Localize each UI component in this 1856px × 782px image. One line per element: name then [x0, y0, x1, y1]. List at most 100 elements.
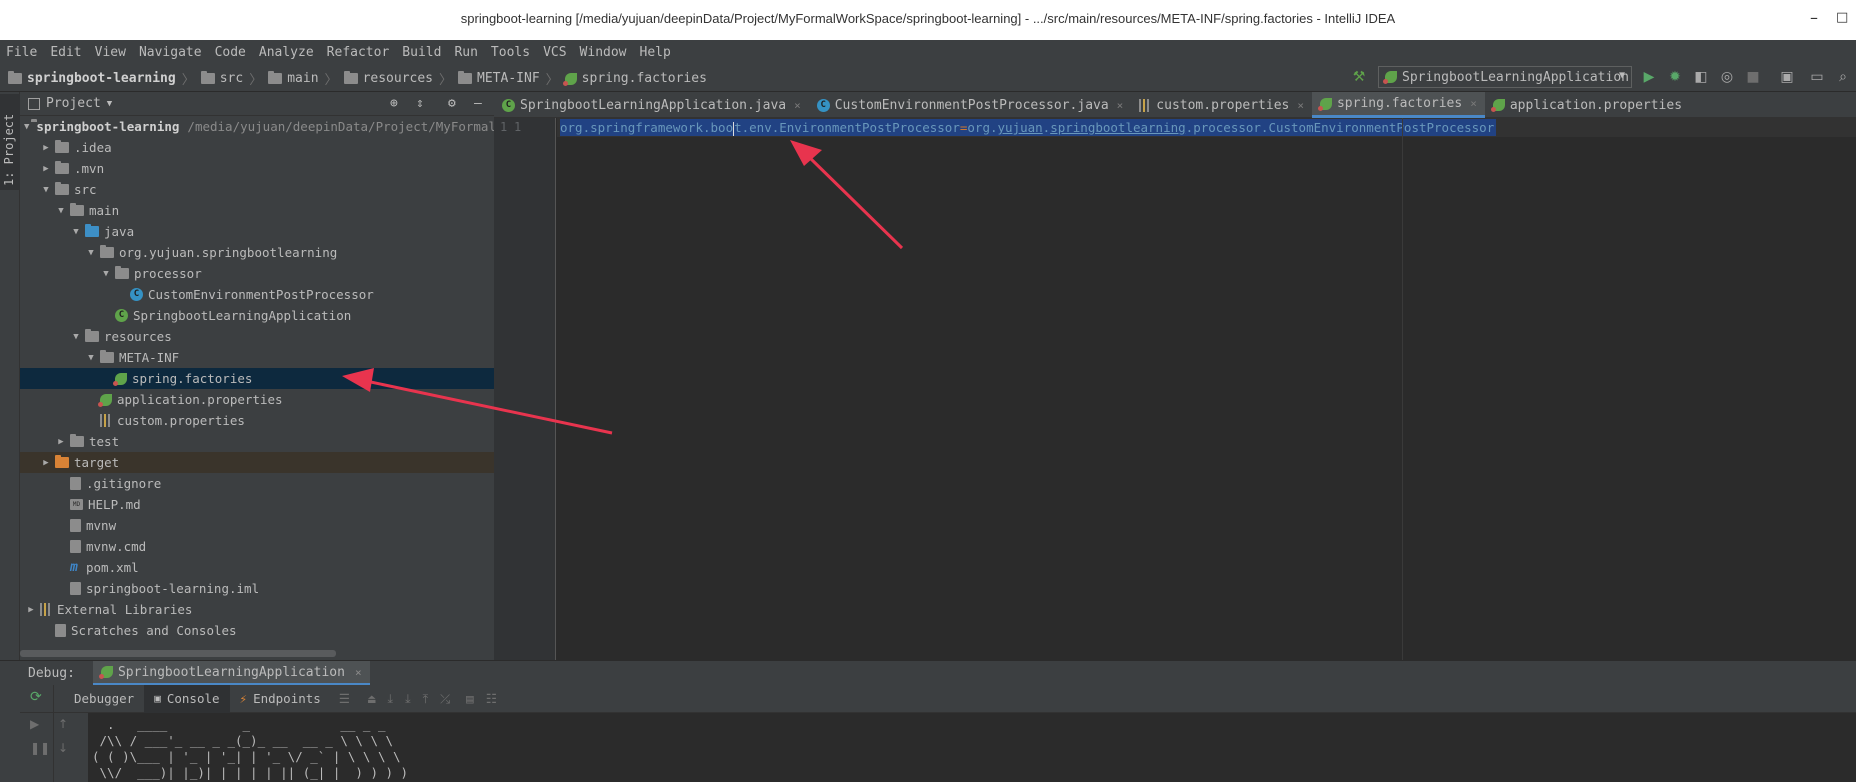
- breadcrumb-src[interactable]: src: [200, 71, 243, 86]
- collapsed-arrow-icon[interactable]: ▶: [39, 458, 53, 468]
- coverage-icon[interactable]: ◧: [1692, 68, 1710, 86]
- profile-icon[interactable]: ◎: [1718, 68, 1736, 86]
- editor-tab[interactable]: application.properties: [1485, 92, 1690, 118]
- tree-node[interactable]: ▼ resources: [20, 326, 494, 347]
- collapsed-arrow-icon[interactable]: ▶: [39, 143, 53, 153]
- tree-node[interactable]: ▼ springboot-learning/media/yujuan/deepin…: [20, 116, 494, 137]
- tree-node[interactable]: ▶ test: [20, 431, 494, 452]
- breadcrumb-project[interactable]: springboot-learning: [8, 71, 176, 86]
- collapse-all-icon[interactable]: ⇕: [416, 96, 424, 111]
- menu-code[interactable]: Code: [215, 45, 246, 60]
- menu-view[interactable]: View: [95, 45, 126, 60]
- breadcrumb-main[interactable]: main: [268, 71, 319, 86]
- close-icon[interactable]: ×: [1470, 97, 1477, 110]
- menu-window[interactable]: Window: [580, 45, 627, 60]
- hide-icon[interactable]: —: [474, 96, 482, 111]
- search-icon[interactable]: ⌕: [1834, 68, 1852, 86]
- tree-node[interactable]: Scratches and Consoles: [20, 620, 494, 641]
- breadcrumb-meta-inf[interactable]: META-INF: [458, 71, 540, 86]
- menu-refactor[interactable]: Refactor: [327, 45, 390, 60]
- close-icon[interactable]: ×: [1117, 99, 1124, 112]
- debug-bug-icon[interactable]: ✹: [1666, 68, 1684, 86]
- show-execution-point-icon[interactable]: ⏏: [368, 691, 376, 706]
- tree-node[interactable]: ▼ META-INF: [20, 347, 494, 368]
- tree-node[interactable]: custom.properties: [20, 410, 494, 431]
- expanded-arrow-icon[interactable]: ▼: [24, 122, 29, 132]
- chevron-down-icon[interactable]: ▼: [107, 99, 112, 109]
- tree-node[interactable]: ▶ target: [20, 452, 494, 473]
- close-icon[interactable]: ×: [794, 99, 801, 112]
- step-into-icon[interactable]: ⤓: [405, 691, 411, 707]
- menu-tools[interactable]: Tools: [491, 45, 530, 60]
- run-to-cursor-icon[interactable]: ⤰: [440, 691, 450, 707]
- step-down-icon[interactable]: ↓: [58, 741, 68, 755]
- expanded-arrow-icon[interactable]: ▼: [69, 227, 83, 237]
- debug-session-tab[interactable]: SpringbootLearningApplication ×: [92, 661, 370, 685]
- menu-analyze[interactable]: Analyze: [259, 45, 314, 60]
- editor-tab[interactable]: C CustomEnvironmentPostProcessor.java ×: [809, 92, 1132, 118]
- tree-node[interactable]: ▶ .mvn: [20, 158, 494, 179]
- run-configuration-select[interactable]: SpringbootLearningApplication ▼: [1378, 66, 1632, 88]
- menu-icon[interactable]: ☰: [339, 691, 350, 706]
- expanded-arrow-icon[interactable]: ▼: [99, 269, 113, 279]
- tree-node[interactable]: .gitignore: [20, 473, 494, 494]
- tab-endpoints[interactable]: ⚡ Endpoints: [230, 685, 331, 713]
- tree-node[interactable]: ▶ External Libraries: [20, 599, 494, 620]
- tree-node[interactable]: mvnw: [20, 515, 494, 536]
- collapsed-arrow-icon[interactable]: ▶: [39, 164, 53, 174]
- run-icon[interactable]: ▶: [1640, 68, 1658, 86]
- editor-tab[interactable]: C SpringbootLearningApplication.java ×: [494, 92, 809, 118]
- tree-node[interactable]: springboot-learning.iml: [20, 578, 494, 599]
- breadcrumb-file[interactable]: spring.factories: [562, 71, 707, 86]
- locate-icon[interactable]: ⊕: [390, 96, 398, 111]
- tree-node[interactable]: C SpringbootLearningApplication: [20, 305, 494, 326]
- project-panel-title[interactable]: Project: [46, 96, 101, 111]
- step-out-icon[interactable]: ⤒: [423, 691, 429, 707]
- resume-icon[interactable]: ▶: [30, 717, 39, 731]
- minimize-button[interactable]: –: [1810, 8, 1818, 27]
- menu-file[interactable]: File: [6, 45, 37, 60]
- menu-navigate[interactable]: Navigate: [139, 45, 202, 60]
- expanded-arrow-icon[interactable]: ▼: [84, 248, 98, 258]
- expanded-arrow-icon[interactable]: ▼: [39, 185, 53, 195]
- close-icon[interactable]: ×: [355, 666, 362, 679]
- editor-tab[interactable]: custom.properties ×: [1131, 92, 1312, 118]
- breadcrumb-resources[interactable]: resources: [343, 71, 433, 86]
- collapsed-arrow-icon[interactable]: ▶: [24, 605, 38, 615]
- settings-icon[interactable]: ☷: [486, 691, 497, 706]
- project-tool-tab[interactable]: 1: Project: [0, 94, 20, 190]
- menu-vcs[interactable]: VCS: [543, 45, 566, 60]
- tree-node[interactable]: spring.factories: [20, 368, 494, 389]
- project-structure-icon[interactable]: ▣: [1778, 68, 1796, 86]
- build-hammer-icon[interactable]: ⚒: [1350, 68, 1368, 86]
- tree-node[interactable]: m pom.xml: [20, 557, 494, 578]
- tree-node[interactable]: ▼ src: [20, 179, 494, 200]
- step-up-icon[interactable]: ↑: [58, 717, 68, 731]
- tree-node[interactable]: ▼ org.yujuan.springbootlearning: [20, 242, 494, 263]
- tree-node[interactable]: MD HELP.md: [20, 494, 494, 515]
- menu-run[interactable]: Run: [454, 45, 477, 60]
- menu-help[interactable]: Help: [640, 45, 671, 60]
- close-icon[interactable]: ×: [1297, 99, 1304, 112]
- tree-node[interactable]: C CustomEnvironmentPostProcessor: [20, 284, 494, 305]
- expanded-arrow-icon[interactable]: ▼: [69, 332, 83, 342]
- maximize-button[interactable]: □: [1836, 10, 1848, 25]
- tree-node[interactable]: ▼ processor: [20, 263, 494, 284]
- menu-edit[interactable]: Edit: [50, 45, 81, 60]
- code-line-1[interactable]: org.springframework.boot.env.Environment…: [560, 119, 1497, 136]
- tree-node[interactable]: application.properties: [20, 389, 494, 410]
- stop-icon[interactable]: ■: [1744, 68, 1762, 86]
- pause-icon[interactable]: ❚❚: [30, 741, 50, 755]
- tree-node[interactable]: ▼ java: [20, 221, 494, 242]
- expanded-arrow-icon[interactable]: ▼: [54, 206, 68, 216]
- expanded-arrow-icon[interactable]: ▼: [84, 353, 98, 363]
- tab-console[interactable]: ▣ Console: [144, 684, 230, 713]
- tab-debugger[interactable]: Debugger: [64, 685, 144, 713]
- menu-build[interactable]: Build: [402, 45, 441, 60]
- collapsed-arrow-icon[interactable]: ▶: [54, 437, 68, 447]
- editor-tab[interactable]: spring.factories ×: [1311, 92, 1485, 118]
- gear-icon[interactable]: ⚙: [448, 96, 456, 111]
- step-over-icon[interactable]: ⤓: [388, 691, 394, 707]
- tree-node[interactable]: ▶ .idea: [20, 137, 494, 158]
- tree-node[interactable]: mvnw.cmd: [20, 536, 494, 557]
